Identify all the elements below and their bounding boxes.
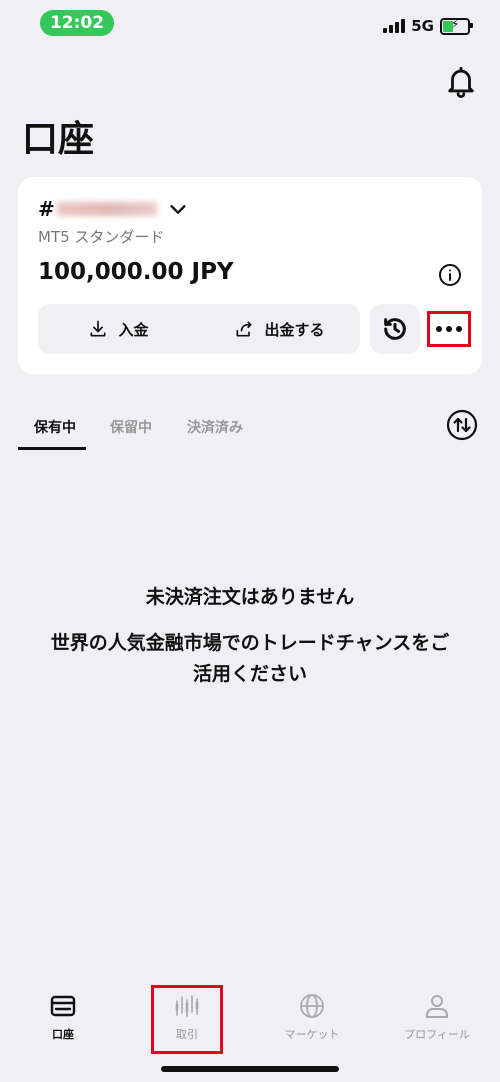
active-tab-indicator (18, 447, 86, 450)
account-number-redacted (56, 202, 157, 216)
nav-item-profile[interactable]: プロフィール (387, 992, 487, 1042)
account-number: # (38, 197, 157, 221)
share-out-icon (236, 321, 252, 337)
person-icon (426, 995, 448, 1018)
more-icon (436, 326, 462, 332)
withdraw-button[interactable]: 出金する (199, 304, 360, 354)
history-button[interactable] (370, 304, 420, 354)
status-indicators: 5G ⚡ (383, 17, 473, 35)
account-selector[interactable]: # (38, 197, 189, 221)
account-card: # MT5 スタンダード 100,000.00 JPY 入金 出金する (18, 177, 482, 374)
status-time: 12:02 (40, 10, 114, 36)
fund-actions: 入金 出金する (38, 304, 360, 354)
download-icon (90, 320, 106, 337)
info-icon[interactable] (438, 263, 462, 287)
nav-label-account: 口座 (52, 1028, 74, 1041)
nav-label-profile: プロフィール (404, 1028, 470, 1041)
signal-icon (383, 19, 406, 33)
position-tabs: 保有中 保留中 決済済み (18, 400, 448, 452)
trade-nav-highlight (151, 985, 223, 1054)
account-balance: 100,000.00 JPY (38, 259, 234, 285)
sort-icon[interactable] (446, 409, 478, 441)
more-options-button[interactable] (427, 311, 471, 347)
status-bar: 12:02 5G ⚡ (0, 0, 500, 56)
withdraw-label: 出金する (264, 320, 325, 339)
tab-pending[interactable]: 保留中 (110, 417, 152, 437)
tab-closed[interactable]: 決済済み (187, 417, 243, 437)
deposit-button[interactable]: 入金 (38, 304, 199, 354)
nav-item-market[interactable]: マーケット (262, 992, 362, 1042)
tab-open[interactable]: 保有中 (34, 417, 76, 437)
empty-state-message: 世界の人気金融市場でのトレードチャンスをご活用ください (50, 632, 450, 685)
nav-label-market: マーケット (284, 1028, 340, 1041)
network-label: 5G (411, 17, 434, 35)
bell-icon[interactable] (444, 64, 478, 98)
history-icon (384, 318, 406, 340)
empty-state-title: 未決済注文はありません (145, 586, 355, 608)
chevron-down-icon[interactable] (167, 198, 189, 220)
card-icon (50, 995, 76, 1017)
globe-icon (300, 994, 324, 1018)
nav-item-account[interactable]: 口座 (13, 992, 113, 1042)
home-indicator[interactable] (161, 1066, 339, 1072)
battery-icon: ⚡ (440, 17, 473, 35)
deposit-label: 入金 (118, 320, 149, 339)
account-type: MT5 スタンダード (38, 228, 165, 246)
page-title: 口座 (22, 119, 95, 160)
